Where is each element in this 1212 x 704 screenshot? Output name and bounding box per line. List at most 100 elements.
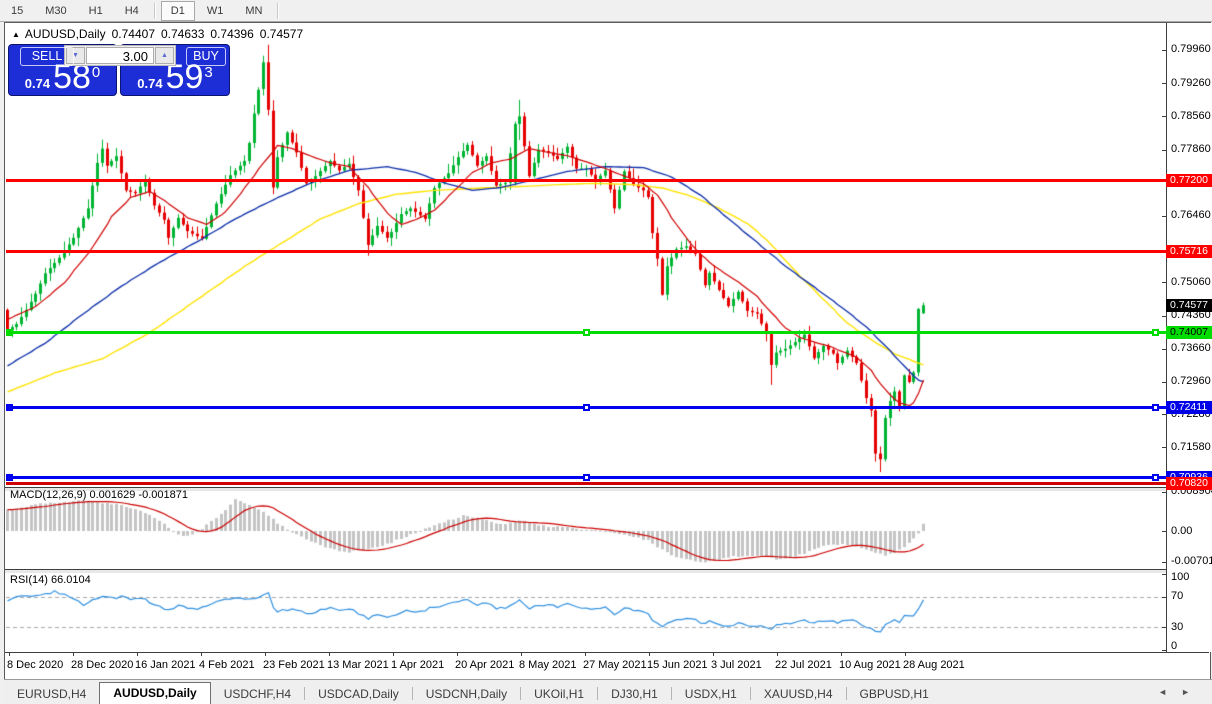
ohlc-high: 0.74633 [161,27,204,41]
chart-tab-xauusd[interactable]: XAUUSD,H4 [751,684,846,704]
date-axis-label: 10 Aug 2021 [839,659,901,671]
toolbar-separator [277,3,279,19]
chart-tab-audusd[interactable]: AUDUSD,Daily [99,682,210,704]
level-line-handle-left[interactable] [6,329,13,336]
timeframe-button-d1[interactable]: D1 [161,1,195,21]
chart-tab-usdchf[interactable]: USDCHF,H4 [211,684,304,704]
level-line-handle-left[interactable] [6,404,13,411]
buy-price-prefix: 0.74 [137,76,162,91]
timeframe-button-mn[interactable]: MN [235,1,272,21]
price-axis-label: 0.72960 [1171,375,1211,387]
macd-axis-tick [1162,492,1166,493]
price-axis-label: 0.79960 [1171,43,1211,55]
chart-tab-ukoil[interactable]: UKOil,H1 [521,684,597,704]
date-axis-label: 15 Jun 2021 [647,659,708,671]
date-axis-label: 22 Jul 2021 [775,659,832,671]
price-axis-label: 0.78560 [1171,110,1211,122]
date-axis[interactable]: 8 Dec 202028 Dec 202016 Jan 20214 Feb 20… [5,652,1209,679]
buy-button[interactable]: BUY [186,47,226,66]
ohlc-open: 0.74407 [112,27,155,41]
price-axis-tick [1162,382,1166,383]
tab-scroll-arrows: ◄► [1158,687,1204,697]
price-axis-tick [1162,150,1166,151]
chart-tab-usdcnh[interactable]: USDCNH,Daily [413,684,520,704]
rsi-label: RSI(14) 66.0104 [10,574,91,586]
collapse-triangle-icon[interactable]: ▲ [12,30,20,39]
date-axis-tick [713,652,714,656]
date-axis-label: 28 Aug 2021 [903,659,965,671]
rsi-axis-label: 100 [1171,571,1189,583]
buy-price-main: 59 [166,64,204,90]
chart-tab-usdcad[interactable]: USDCAD,Daily [305,684,412,704]
date-axis-label: 4 Feb 2021 [199,659,255,671]
date-axis-label: 8 Dec 2020 [7,659,63,671]
chart-tab-dj30[interactable]: DJ30,H1 [598,684,671,704]
date-axis-tick [841,652,842,656]
chart-symbol-label: AUDUSD,Daily [25,27,106,41]
price-axis-tick [1162,349,1166,350]
spin-up-icon: ▲ [161,52,168,59]
horizontal-level-line[interactable] [6,250,1166,253]
ohlc-low: 0.74396 [210,27,253,41]
timeframe-button-h4[interactable]: H4 [115,1,149,21]
date-axis-tick [201,652,202,656]
date-axis-tick [137,652,138,656]
price-badge: 0.74007 [1166,326,1212,339]
date-axis-label: 28 Dec 2020 [71,659,133,671]
rsi-axis-tick [1162,574,1166,575]
horizontal-level-line[interactable] [6,179,1166,182]
buy-price-pip: 3 [204,64,212,81]
macd-indicator-canvas[interactable] [6,490,1166,568]
buy-price: 0.74 59 3 [121,64,229,92]
timeframe-button-15[interactable]: 15 [1,1,33,21]
rsi-axis-tick [1162,627,1166,628]
price-badge: 0.72411 [1166,401,1212,414]
price-axis-tick [1162,316,1166,317]
sell-button[interactable]: SELL [20,47,74,66]
level-line-handle-right[interactable] [1152,474,1159,481]
date-axis-label: 1 Apr 2021 [391,659,444,671]
date-axis-label: 13 Mar 2021 [327,659,389,671]
horizontal-level-line[interactable] [6,482,1166,485]
date-axis-tick [521,652,522,656]
price-axis-tick [1162,83,1166,84]
rsi-axis-label: 0 [1171,640,1177,652]
ohlc-close: 0.74577 [260,27,303,41]
price-axis-label: 0.79260 [1171,77,1211,89]
date-axis-tick [777,652,778,656]
sell-price-pip: 0 [92,64,100,81]
date-axis-label: 8 May 2021 [519,659,576,671]
level-line-handle-center[interactable] [583,329,590,336]
rsi-axis-tick [1162,650,1166,651]
tab-scroll-right-icon[interactable]: ► [1181,687,1204,697]
date-axis-tick [73,652,74,656]
level-line-handle-center[interactable] [583,474,590,481]
rsi-axis-label: 70 [1171,590,1183,602]
chart-tab-eurusd[interactable]: EURUSD,H4 [4,684,99,704]
level-line-handle-right[interactable] [1152,329,1159,336]
macd-axis-tick [1162,531,1166,532]
price-badge: 0.75716 [1166,245,1212,258]
date-axis-label: 27 May 2021 [583,659,647,671]
price-axis-label: 0.71580 [1171,441,1211,453]
level-line-handle-left[interactable] [6,474,13,481]
macd-axis-label: -0.007013 [1171,555,1212,567]
level-line-handle-center[interactable] [583,404,590,411]
rsi-axis-tick [1162,597,1166,598]
tab-scroll-left-icon[interactable]: ◄ [1158,687,1181,697]
volume-increase-button[interactable]: ▲ [155,47,174,64]
timeframe-button-h1[interactable]: H1 [79,1,113,21]
level-line-handle-right[interactable] [1152,404,1159,411]
timeframe-button-w1[interactable]: W1 [197,1,234,21]
chart-tab-gbpusd[interactable]: GBPUSD,H1 [847,684,942,704]
volume-input[interactable]: 3.00 [86,47,154,64]
date-axis-tick [9,652,10,656]
timeframe-button-m30[interactable]: M30 [35,1,76,21]
macd-axis-label: 0.00 [1171,525,1192,537]
chart-tab-usdx[interactable]: USDX,H1 [672,684,750,704]
rsi-indicator-canvas[interactable] [6,572,1166,651]
date-axis-tick [393,652,394,656]
date-axis-label: 23 Feb 2021 [263,659,325,671]
price-axis-label: 0.76460 [1171,209,1211,221]
macd-label: MACD(12,26,9) 0.001629 -0.001871 [10,489,188,501]
